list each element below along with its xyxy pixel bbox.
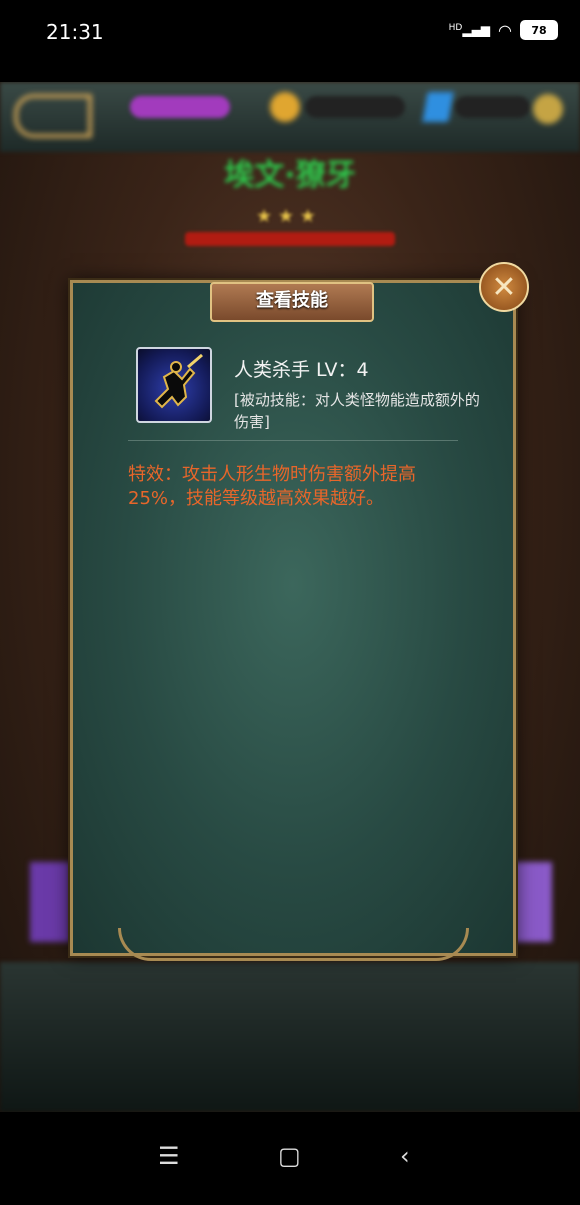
hero-name: 埃文·獠牙 [224,158,356,193]
add-icon [533,94,563,124]
exp-bar [130,96,230,118]
back-chevron-icon[interactable]: ‹ [400,1142,410,1170]
battery-icon: 78 [520,20,558,40]
stats-panel [0,962,580,1112]
battery-level: 78 [531,23,547,37]
hero-card-right [512,862,552,942]
signal-icon: HD▂▄▆ [448,23,491,37]
hero-card-left [30,862,70,942]
back-arrow-icon [14,94,92,138]
home-square-icon[interactable]: ▢ [278,1142,301,1170]
close-button[interactable]: ✕ [479,262,529,312]
close-icon: ✕ [491,269,517,305]
clock: 21:31 [46,20,104,44]
divider [128,440,458,441]
dialog-bottom-ornament [118,928,469,961]
gold-coin-icon [270,92,300,122]
skill-effect-text: 特效：攻击人形生物时伤害额外提高25%，技能等级越高效果越好。 [128,464,416,509]
menu-icon[interactable]: ☰ [158,1142,180,1170]
skill-icon-graphic [154,353,203,409]
wifi-icon: ◠ [498,20,512,40]
status-icons: HD▂▄▆ ◠ 78 [449,20,558,40]
network-label: HD [448,23,463,33]
skill-description: [被动技能：对人类怪物能造成额外的伤害] [234,391,480,431]
skill-name-level: 人类杀手 LV：4 [234,359,369,381]
system-nav-bar: ☰ ▢ ‹ [0,1112,580,1205]
diamond-icon [422,92,454,122]
star-rating: ★ ★ ★ [256,206,316,227]
jumping-warrior-icon [136,347,212,423]
hp-bar [185,232,395,246]
diamond-bar [455,96,530,118]
status-bar: 21:31 HD▂▄▆ ◠ 78 [0,0,580,82]
gold-bar [305,96,405,118]
dialog-title: 查看技能 [210,282,374,322]
